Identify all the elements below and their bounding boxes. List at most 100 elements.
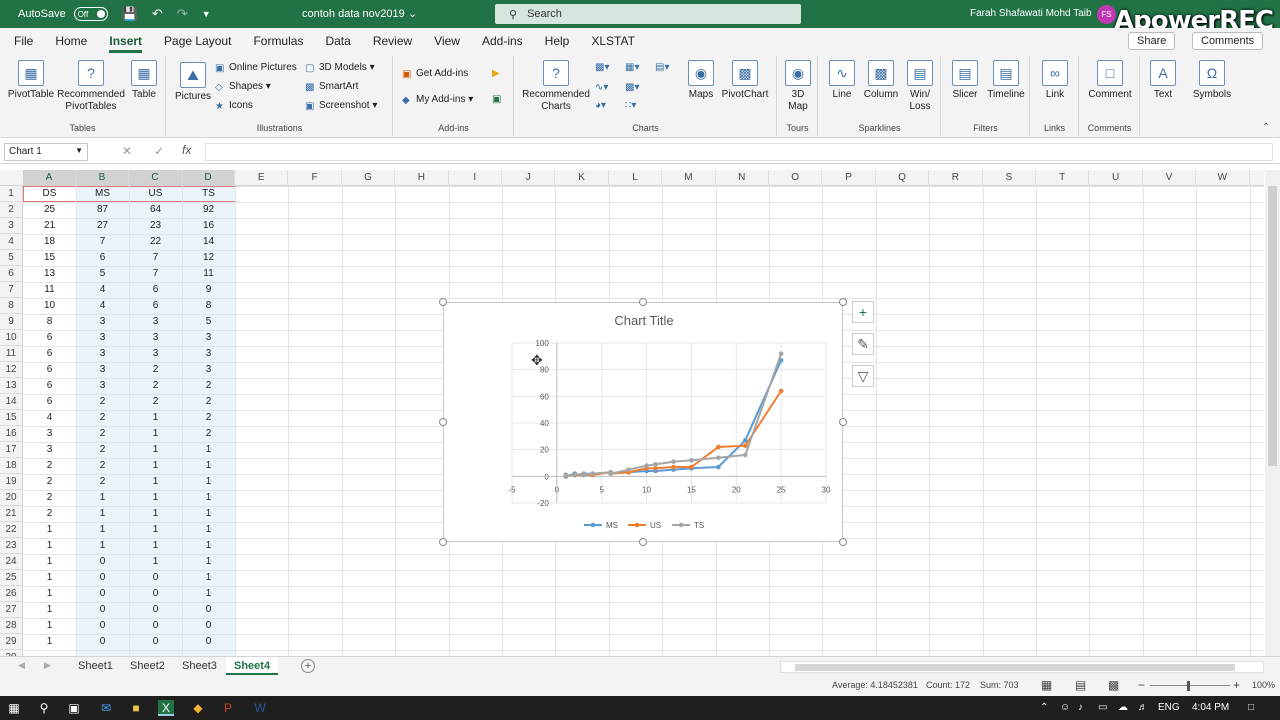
- row-header-5[interactable]: 5: [0, 250, 23, 266]
- column-header-m[interactable]: M: [662, 170, 716, 186]
- data-cell[interactable]: 3: [129, 330, 182, 346]
- data-cell[interactable]: 13: [23, 266, 76, 282]
- data-cell[interactable]: 6: [129, 298, 182, 314]
- data-cell[interactable]: 4: [23, 410, 76, 426]
- data-cell[interactable]: 92: [182, 202, 235, 218]
- row-header-6[interactable]: 6: [0, 266, 23, 282]
- data-cell[interactable]: 1: [182, 570, 235, 586]
- row-header-29[interactable]: 29: [0, 634, 23, 650]
- data-cell[interactable]: 2: [23, 458, 76, 474]
- powerpoint-taskbar-icon[interactable]: P: [220, 700, 236, 716]
- bar-chart-icon[interactable]: ▤▾: [655, 62, 669, 73]
- row-header-9[interactable]: 9: [0, 314, 23, 330]
- data-cell[interactable]: 22: [129, 234, 182, 250]
- row-header-14[interactable]: 14: [0, 394, 23, 410]
- windows-start-icon[interactable]: ▦: [6, 700, 22, 716]
- comment-button[interactable]: □ Comment: [1086, 60, 1134, 101]
- data-cell[interactable]: 11: [23, 282, 76, 298]
- name-box-dropdown-icon[interactable]: ▼: [75, 146, 83, 155]
- my-add-ins-button[interactable]: ◆ My Add-ins ▾: [402, 94, 473, 106]
- bing-icon[interactable]: ▶: [492, 68, 500, 79]
- data-cell[interactable]: 2: [23, 474, 76, 490]
- app-taskbar-icon[interactable]: ◆: [190, 700, 206, 716]
- data-cell[interactable]: 2: [129, 362, 182, 378]
- insert-function-button[interactable]: fx: [182, 143, 191, 157]
- data-cell[interactable]: 3: [76, 314, 129, 330]
- data-cell[interactable]: 0: [129, 586, 182, 602]
- data-cell[interactable]: 1: [182, 490, 235, 506]
- resize-handle-bottom[interactable]: [639, 538, 647, 546]
- data-cell[interactable]: 7: [129, 250, 182, 266]
- data-cell[interactable]: 6: [129, 282, 182, 298]
- get-add-ins-button[interactable]: ▣ Get Add-ins: [402, 68, 468, 80]
- data-cell[interactable]: 1: [182, 554, 235, 570]
- data-cell[interactable]: 5: [182, 314, 235, 330]
- row-header-24[interactable]: 24: [0, 554, 23, 570]
- data-cell[interactable]: 1: [182, 474, 235, 490]
- column-header-w[interactable]: W: [1196, 170, 1250, 186]
- column-header-o[interactable]: O: [769, 170, 823, 186]
- data-cell[interactable]: 1: [129, 506, 182, 522]
- data-cell[interactable]: 1: [129, 426, 182, 442]
- header-cell[interactable]: US: [129, 186, 182, 202]
- battery-icon[interactable]: ▭: [1098, 702, 1107, 713]
- resize-handle-bottom-left[interactable]: [439, 538, 447, 546]
- row-header-19[interactable]: 19: [0, 474, 23, 490]
- sheet-tab-sheet1[interactable]: Sheet1: [70, 657, 121, 675]
- row-header-22[interactable]: 22: [0, 522, 23, 538]
- data-cell[interactable]: 1: [182, 458, 235, 474]
- data-cell[interactable]: 0: [76, 618, 129, 634]
- data-cell[interactable]: 2: [76, 442, 129, 458]
- timeline-button[interactable]: ▤ Timeline: [984, 60, 1028, 101]
- data-cell[interactable]: 0: [129, 634, 182, 650]
- column-header-s[interactable]: S: [983, 170, 1036, 186]
- data-cell[interactable]: 0: [129, 602, 182, 618]
- data-cell[interactable]: 3: [129, 314, 182, 330]
- zoom-in-icon[interactable]: +: [1233, 678, 1240, 692]
- autosave-toggle[interactable]: Off: [73, 7, 108, 21]
- data-cell[interactable]: 0: [76, 634, 129, 650]
- data-cell[interactable]: 2: [76, 426, 129, 442]
- data-cell[interactable]: 1: [129, 474, 182, 490]
- data-cell[interactable]: 4: [76, 298, 129, 314]
- data-cell[interactable]: 1: [129, 458, 182, 474]
- data-cell[interactable]: 2: [23, 490, 76, 506]
- row-header-2[interactable]: 2: [0, 202, 23, 218]
- data-cell[interactable]: 6: [23, 362, 76, 378]
- row-header-11[interactable]: 11: [0, 346, 23, 362]
- prev-sheet-icon[interactable]: ◀: [18, 660, 25, 671]
- data-cell[interactable]: 1: [182, 586, 235, 602]
- row-header-20[interactable]: 20: [0, 490, 23, 506]
- hierarchy-chart-icon[interactable]: ▦▾: [625, 62, 639, 73]
- file-explorer-icon[interactable]: ■: [128, 700, 144, 716]
- redo-icon[interactable]: ↷: [177, 6, 188, 22]
- data-cell[interactable]: 16: [182, 218, 235, 234]
- data-cell[interactable]: 2: [129, 394, 182, 410]
- data-cell[interactable]: 3: [182, 346, 235, 362]
- column-header-n[interactable]: N: [716, 170, 769, 186]
- chart-plot[interactable]: -20020406080100-5051015202530MSUSTS: [444, 303, 842, 541]
- share-button[interactable]: Share: [1128, 32, 1176, 50]
- add-sheet-icon[interactable]: +: [301, 659, 315, 673]
- page-break-view-icon[interactable]: ▩: [1108, 678, 1119, 692]
- document-title[interactable]: contoh data nov2019 ⌄: [302, 7, 417, 20]
- sparkline-line-button[interactable]: ∿ Line: [825, 60, 859, 101]
- language-indicator[interactable]: ENG: [1158, 702, 1180, 713]
- data-cell[interactable]: 4: [76, 282, 129, 298]
- row-header-8[interactable]: 8: [0, 298, 23, 314]
- header-cell[interactable]: MS: [76, 186, 129, 202]
- row-header-25[interactable]: 25: [0, 570, 23, 586]
- tab-add-ins[interactable]: Add-ins: [482, 30, 523, 52]
- chart-styles-brush-icon[interactable]: ✎: [852, 333, 874, 355]
- row-header-26[interactable]: 26: [0, 586, 23, 602]
- data-cell[interactable]: 87: [76, 202, 129, 218]
- column-header-l[interactable]: L: [609, 170, 663, 186]
- data-cell[interactable]: 6: [76, 250, 129, 266]
- row-header-23[interactable]: 23: [0, 538, 23, 554]
- people-graph-icon[interactable]: ▣: [492, 94, 501, 105]
- column-header-f[interactable]: F: [288, 170, 342, 186]
- search-box[interactable]: ⚲ Search: [495, 4, 801, 24]
- tab-review[interactable]: Review: [373, 30, 412, 52]
- data-cell[interactable]: 0: [76, 554, 129, 570]
- data-cell[interactable]: 8: [23, 314, 76, 330]
